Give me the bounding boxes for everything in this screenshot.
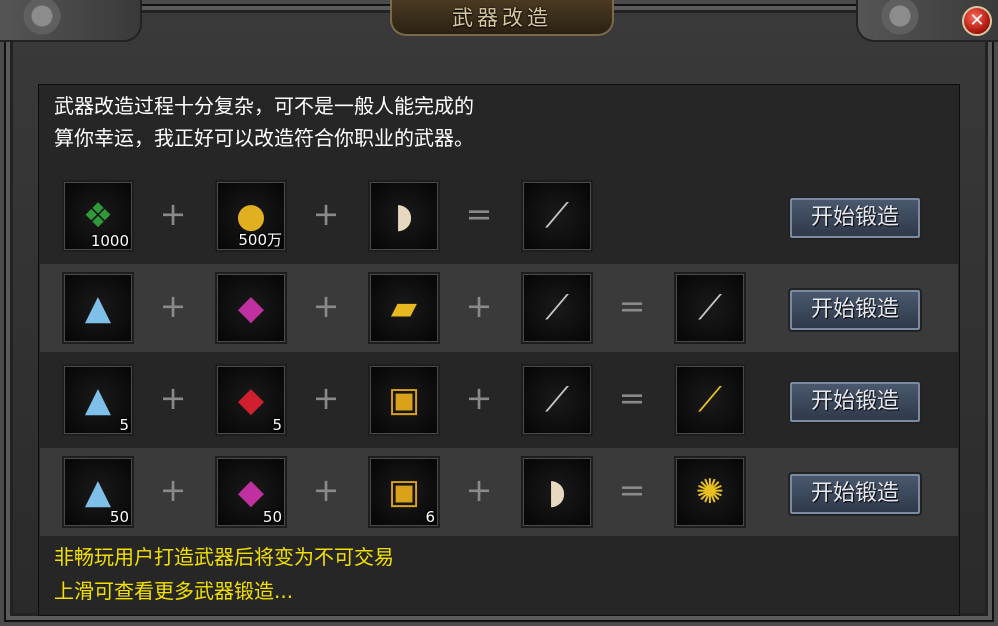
item-qty: 50 <box>109 508 129 526</box>
purple-gem-icon[interactable]: ◆ <box>215 272 287 344</box>
intro-line-2: 算你幸运，我正好可以改造符合你职业的武器。 <box>54 126 474 150</box>
start-forge-button[interactable]: 开始锻造 <box>788 380 922 424</box>
curved-blade-icon[interactable]: ⟋ <box>521 272 593 344</box>
ornament-left <box>0 0 142 42</box>
intro-line-1: 武器改造过程十分复杂，可不是一般人能完成的 <box>54 94 474 118</box>
item-qty: 1000 <box>90 232 129 250</box>
start-forge-button[interactable]: 开始锻造 <box>788 472 922 516</box>
equals-sign: = <box>618 287 646 325</box>
gold-bar-icon[interactable]: ▰ <box>368 272 440 344</box>
plus-sign: + <box>159 287 187 325</box>
purple-gem-icon[interactable]: ◆ 50 <box>215 456 287 528</box>
crystal-ore-icon[interactable]: ▲ 50 <box>62 456 134 528</box>
recipe-row-2: ▲ + ◆ + ▰ + ⟋ = ⟋ 开始锻造 <box>40 264 958 352</box>
equals-sign: = <box>465 195 493 233</box>
plus-sign: + <box>159 471 187 509</box>
dialog-title: 武器改造 <box>452 6 552 30</box>
curved-blade-icon[interactable]: ⟋ <box>521 364 593 436</box>
equals-sign: = <box>618 471 646 509</box>
gold-coins-icon[interactable]: ● 500万 <box>215 180 287 252</box>
item-qty: 5 <box>272 416 282 434</box>
folding-fan-icon[interactable]: ◗ <box>368 180 440 252</box>
item-qty: 500万 <box>238 231 282 249</box>
recipe-row-1: ❖ 1000 + ● 500万 + ◗ = ⟋ 开始锻造 <box>40 172 958 260</box>
plus-sign: + <box>312 195 340 233</box>
folding-fan-icon[interactable]: ◗ <box>521 456 593 528</box>
crystal-ore-icon[interactable]: ▲ <box>62 272 134 344</box>
intro-text: 武器改造过程十分复杂，可不是一般人能完成的 算你幸运，我正好可以改造符合你职业的… <box>54 90 474 154</box>
footer-line-1: 非畅玩用户打造武器后将变为不可交易 <box>54 545 394 569</box>
item-qty: 6 <box>425 508 435 526</box>
ruby-icon[interactable]: ◆ 5 <box>215 364 287 436</box>
close-button[interactable]: ✕ <box>962 6 992 36</box>
golden-blade-icon[interactable]: ⟋ <box>674 364 746 436</box>
sword-icon[interactable]: ⟋ <box>521 180 593 252</box>
plus-sign: + <box>312 287 340 325</box>
plus-sign: + <box>312 379 340 417</box>
treasure-chest-icon[interactable]: ▣ <box>368 364 440 436</box>
start-forge-button[interactable]: 开始锻造 <box>788 196 922 240</box>
golden-fan-icon[interactable]: ✺ <box>674 456 746 528</box>
crystal-ore-icon[interactable]: ▲ 5 <box>62 364 134 436</box>
plus-sign: + <box>159 195 187 233</box>
title-plate: 武器改造 <box>390 0 614 36</box>
footer-line-2: 上滑可查看更多武器锻造... <box>54 579 294 603</box>
curved-blade-icon[interactable]: ⟋ <box>674 272 746 344</box>
plus-sign: + <box>312 471 340 509</box>
plus-sign: + <box>465 471 493 509</box>
recipe-row-4: ▲ 50 + ◆ 50 + ▣ 6 + ◗ = ✺ 开始锻造 <box>40 448 958 536</box>
item-qty: 50 <box>262 508 282 526</box>
item-qty: 5 <box>119 416 129 434</box>
treasure-chest-icon[interactable]: ▣ 6 <box>368 456 440 528</box>
plus-sign: + <box>159 379 187 417</box>
equals-sign: = <box>618 379 646 417</box>
start-forge-button[interactable]: 开始锻造 <box>788 288 922 332</box>
footer-notes: 非畅玩用户打造武器后将变为不可交易 上滑可查看更多武器锻造... <box>54 540 394 608</box>
recipe-row-3: ▲ 5 + ◆ 5 + ▣ + ⟋ = ⟋ 开始锻造 <box>40 356 958 444</box>
green-jade-icon[interactable]: ❖ 1000 <box>62 180 134 252</box>
plus-sign: + <box>465 379 493 417</box>
plus-sign: + <box>465 287 493 325</box>
